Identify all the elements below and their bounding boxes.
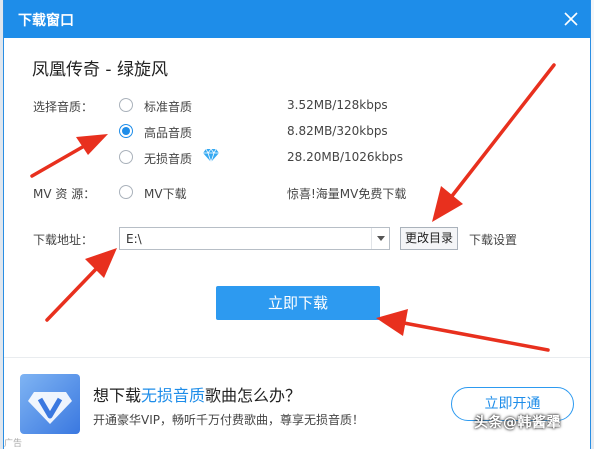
radio-mv-download[interactable] — [119, 185, 133, 199]
vip-promo-banner: 想下载无损音质歌曲怎么办？ 开通豪华VIP，畅听千万付费歌曲，尊享无损音质！ 立… — [4, 357, 590, 449]
download-dialog: 下载窗口 凤凰传奇 - 绿旋风 选择音质： 标准音质 3.52MB/128kbp… — [3, 0, 591, 449]
song-title: 凤凰传奇 - 绿旋风 — [32, 60, 168, 80]
promo-title: 想下载无损音质歌曲怎么办？ — [93, 382, 301, 406]
lossless-quality-label[interactable]: 无损音质 — [144, 150, 192, 167]
promo-title-suffix: 歌曲怎么办？ — [205, 386, 302, 405]
download-settings-link[interactable]: 下载设置 — [469, 231, 517, 248]
vip-logo-icon — [20, 374, 80, 434]
mv-download-label[interactable]: MV下载 — [144, 185, 187, 202]
mv-promo-text[interactable]: 惊喜!海量MV免费下载 — [287, 185, 406, 202]
close-button[interactable] — [560, 8, 582, 30]
quality-label: 选择音质： — [33, 100, 94, 114]
high-quality-label[interactable]: 高品音质 — [144, 124, 192, 141]
radio-standard-quality[interactable] — [119, 98, 133, 112]
standard-quality-size: 3.52MB/128kbps — [287, 98, 388, 112]
standard-quality-label[interactable]: 标准音质 — [144, 98, 192, 115]
path-dropdown-button[interactable] — [371, 228, 389, 249]
path-label: 下载地址： — [33, 233, 94, 247]
promo-title-prefix: 想下载 — [93, 386, 142, 405]
download-path-value: E:\ — [126, 232, 142, 246]
radio-high-quality[interactable] — [119, 124, 133, 138]
change-directory-button[interactable]: 更改目录 — [400, 227, 458, 250]
lossless-quality-size: 28.20MB/1026kbps — [287, 150, 403, 164]
promo-title-highlight: 无损音质 — [141, 386, 206, 405]
close-icon — [564, 12, 578, 26]
window-title: 下载窗口 — [18, 13, 74, 29]
diamond-icon — [203, 148, 219, 163]
ad-label: 广告 — [4, 439, 23, 449]
high-quality-size: 8.82MB/320kbps — [287, 124, 388, 138]
promo-subtitle: 开通豪华VIP，畅听千万付费歌曲，尊享无损音质！ — [93, 413, 364, 427]
watermark: 头条@韩酱犟 — [474, 415, 561, 431]
download-now-button[interactable]: 立即下载 — [216, 286, 380, 320]
radio-lossless-quality[interactable] — [119, 150, 133, 164]
dropdown-arrow-icon — [377, 236, 385, 241]
mv-label: MV 资 源： — [33, 187, 96, 201]
download-path-select[interactable]: E:\ — [119, 227, 390, 250]
title-bar: 下载窗口 — [4, 0, 590, 38]
